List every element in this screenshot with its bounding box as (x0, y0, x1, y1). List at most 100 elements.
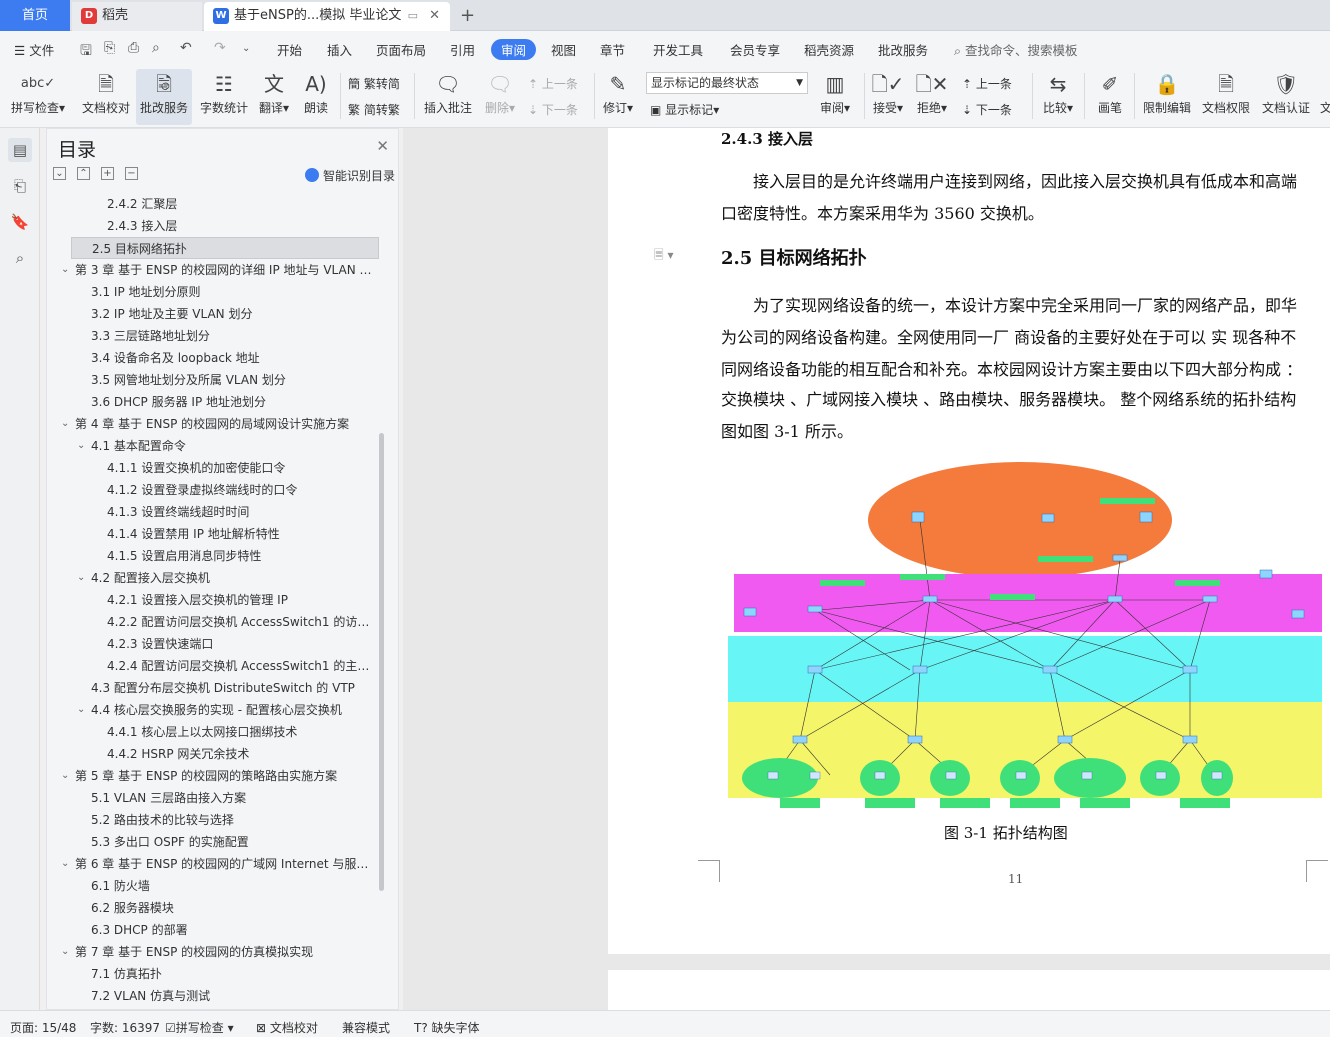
toc-item[interactable]: 4.2 配置接入层交换机 (91, 567, 377, 589)
word-count-indicator[interactable]: 字数: 16397 (90, 1019, 160, 1036)
prev-change-button[interactable]: ⇡ 上一条 (962, 75, 1012, 92)
correct-service-button[interactable]: 🗟 批改服务 (136, 69, 192, 125)
new-tab-icon[interactable]: + (460, 2, 475, 29)
preview-icon[interactable]: ⌕ (152, 40, 160, 56)
toc-item[interactable]: 6.2 服务器模块 (91, 897, 377, 919)
menu-correct-service[interactable]: 批改服务 (878, 40, 928, 59)
reject-button[interactable]: 🗋✕ 拒绝▾ (914, 69, 950, 116)
bookmark-icon[interactable]: 🔖 (8, 210, 32, 234)
toc-item[interactable]: 2.4.3 接入层 (107, 215, 377, 237)
close-tab-icon[interactable]: ✕ (429, 2, 440, 29)
translate-button[interactable]: 文翻译▾ (256, 69, 292, 116)
trad-to-simp-button[interactable]: 簡 繁转简 (348, 75, 400, 92)
redo-icon[interactable]: ↷ (214, 40, 226, 56)
menu-member[interactable]: 会员专享 (730, 40, 780, 59)
toc-item[interactable]: 7.1 仿真拓扑 (91, 963, 377, 985)
toc-item[interactable]: 6.3 DHCP 的部署 (91, 919, 377, 941)
insert-comment-button[interactable]: 🗨 插入批注 (422, 69, 474, 116)
chapter-nav-icon[interactable]: ⎗ (8, 174, 32, 198)
toc-item[interactable]: 4.2.3 设置快速端口 (107, 633, 377, 655)
toc-item[interactable]: 4.3 配置分布层交换机 DistributeSwitch 的 VTP (91, 677, 377, 699)
toc-item[interactable]: 3.1 IP 地址划分原则 (91, 281, 377, 303)
status-spell-check[interactable]: ☑拼写检查 ▾ (165, 1019, 234, 1036)
toc-item[interactable]: 3.5 网管地址划分及所属 VLAN 划分 (91, 369, 377, 391)
accept-button[interactable]: 🗋✓ 接受▾ (870, 69, 906, 116)
toc-item[interactable]: 7.2 VLAN 仿真与测试 (91, 985, 377, 1007)
toc-item[interactable]: 4.1.5 设置启用消息同步特性 (107, 545, 377, 567)
toc-item[interactable]: 4.4.1 核心层上以太网接口捆绑技术 (107, 721, 377, 743)
toc-item[interactable]: 3.3 三层链路地址划分 (91, 325, 377, 347)
doc-permission-button[interactable]: 🗎 文档权限 (1200, 69, 1252, 116)
menu-start[interactable]: 开始 (277, 40, 302, 59)
menu-insert[interactable]: 插入 (327, 40, 352, 59)
track-changes-button[interactable]: ✎ 修订▾ (600, 69, 636, 116)
restrict-edit-button[interactable]: 🔒 限制编辑 (1142, 69, 1192, 116)
toc-item[interactable]: 3.2 IP 地址及主要 VLAN 划分 (91, 303, 377, 325)
add-entry-icon[interactable]: + (101, 167, 114, 180)
read-aloud-button[interactable]: A) 朗读 (300, 69, 332, 116)
save-icon[interactable]: 🖫 (80, 40, 92, 64)
prev-comment-button[interactable]: ⇡ 上一条 (528, 75, 578, 92)
remove-entry-icon[interactable]: − (125, 167, 138, 180)
window-icon[interactable]: ▭ (408, 2, 418, 29)
toc-item[interactable]: 4.4 核心层交换服务的实现 - 配置核心层交换机 (91, 699, 377, 721)
markup-state-select[interactable]: 显示标记的最终状态 ▼ (646, 72, 808, 94)
show-markup-button[interactable]: ▣ 显示标记▾ (650, 101, 719, 118)
toc-item[interactable]: 第 7 章 基于 ENSP 的校园网的仿真模拟实现 (75, 941, 377, 963)
menu-layout[interactable]: 页面布局 (376, 40, 426, 59)
export-pdf-icon[interactable]: ⎘ (104, 40, 115, 56)
menu-daoke-resources[interactable]: 稻壳资源 (804, 40, 854, 59)
chevron-down-icon[interactable]: ⌄ (61, 858, 69, 869)
expand-all-icon[interactable]: ⌄ (53, 167, 66, 180)
toc-item[interactable]: 4.2.2 配置访问层交换机 AccessSwitch1 的访问端口 (107, 611, 377, 633)
chevron-down-icon[interactable]: ⌄ (77, 704, 85, 715)
menu-reference[interactable]: 引用 (450, 40, 475, 59)
toc-item[interactable]: 4.2.4 配置访问层交换机 AccessSwitch1 的主干端口 (107, 655, 377, 677)
toc-item[interactable]: 第 4 章 基于 ENSP 的校园网的局域网设计实施方案 (75, 413, 377, 435)
toc-item[interactable]: 5.1 VLAN 三层路由接入方案 (91, 787, 377, 809)
next-comment-button[interactable]: ⇣ 下一条 (528, 101, 578, 118)
next-change-button[interactable]: ⇣ 下一条 (962, 101, 1012, 118)
spell-check-button[interactable]: abc✓ 拼写检查▾ (10, 69, 66, 116)
toc-item[interactable]: 3.6 DHCP 服务器 IP 地址池划分 (91, 391, 377, 413)
chevron-down-icon[interactable]: ⌄ (61, 418, 69, 429)
toc-item[interactable]: 第 5 章 基于 ENSP 的校园网的策略路由实施方案 (75, 765, 377, 787)
more-quick-icon[interactable]: ⌄ (242, 43, 250, 54)
status-proofread[interactable]: ⊠ 文档校对 (256, 1019, 318, 1036)
missing-font-button[interactable]: T? 缺失字体 (414, 1019, 480, 1036)
toc-item[interactable]: 3.4 设备命名及 loopback 地址 (91, 347, 377, 369)
toc-item[interactable]: 5.2 路由技术的比较与选择 (91, 809, 377, 831)
chevron-down-icon[interactable]: ⌄ (61, 770, 69, 781)
compare-button[interactable]: ⇆ 比较▾ (1040, 69, 1076, 116)
menu-view[interactable]: 视图 (551, 40, 576, 59)
search-icon[interactable]: ⌕ (8, 246, 32, 270)
chevron-down-icon[interactable]: ⌄ (61, 264, 69, 275)
menu-review[interactable]: 审阅 (491, 39, 537, 60)
menu-section[interactable]: 章节 (600, 40, 625, 59)
tab-home[interactable]: 首页 (0, 0, 70, 31)
simp-to-trad-button[interactable]: 繁 简转繁 (348, 101, 400, 118)
tab-daoke[interactable]: D 稻壳 (72, 2, 202, 31)
undo-icon[interactable]: ↶ (180, 40, 192, 56)
toc-item[interactable]: 6.1 防火墙 (91, 875, 377, 897)
word-count-button[interactable]: ☷ 字数统计 (198, 69, 250, 116)
toc-item[interactable]: 4.1 基本配置命令 (91, 435, 377, 457)
toc-panel-icon[interactable]: ▤ (8, 138, 32, 162)
toc-item[interactable]: 4.1.3 设置终端线超时时间 (107, 501, 377, 523)
chevron-down-icon[interactable]: ⌄ (61, 946, 69, 957)
toc-item[interactable]: 5.3 多出口 OSPF 的实施配置 (91, 831, 377, 853)
page-indicator[interactable]: 页面: 15/48 (10, 1019, 76, 1036)
menu-dev-tools[interactable]: 开发工具 (653, 40, 703, 59)
command-search[interactable]: ⌕ 查找命令、搜索模板 (954, 40, 1078, 59)
toc-item[interactable]: 2.5 目标网络拓扑 (71, 237, 379, 259)
smart-toc-button[interactable]: 智能识别目录 (305, 167, 395, 184)
paragraph-menu-icon[interactable]: 🗏 ▾ (654, 246, 674, 267)
chevron-down-icon[interactable]: ⌄ (77, 572, 85, 583)
file-menu[interactable]: ☰ 文件 (14, 40, 54, 59)
toc-item[interactable]: 第 6 章 基于 ENSP 的校园网的广域网 Internet 与服务器设计 (75, 853, 377, 875)
toc-item[interactable]: 4.2.1 设置接入层交换机的管理 IP (107, 589, 377, 611)
review-pane-button[interactable]: ▥ 审阅▾ (816, 69, 854, 116)
proofread-button[interactable]: 🗎 文档校对 (80, 69, 132, 116)
toc-item[interactable]: 2.4.2 汇聚层 (107, 193, 377, 215)
toc-item[interactable]: 4.1.4 设置禁用 IP 地址解析特性 (107, 523, 377, 545)
